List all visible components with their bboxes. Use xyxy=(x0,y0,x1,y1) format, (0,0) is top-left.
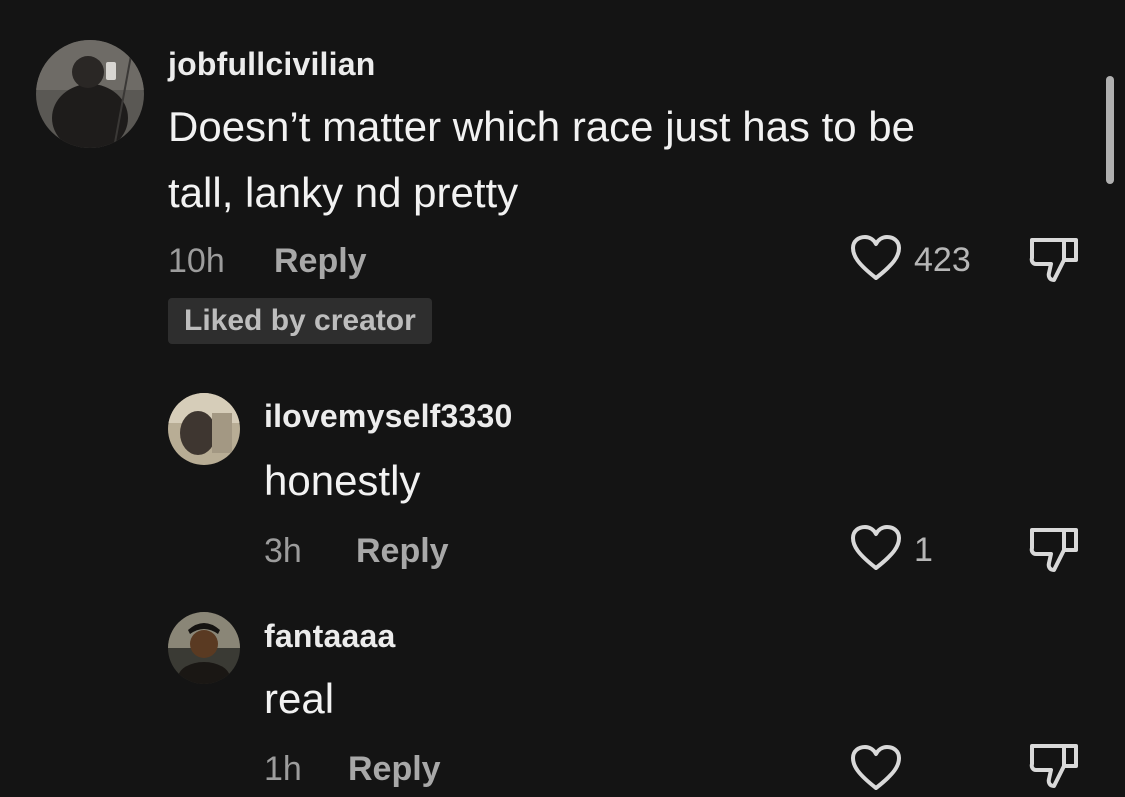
heart-outline-icon xyxy=(850,524,902,577)
like-button[interactable] xyxy=(850,744,914,797)
heart-outline-icon xyxy=(850,234,902,287)
reply-button[interactable]: Reply xyxy=(274,242,367,281)
timestamp: 3h xyxy=(264,532,302,570)
comment-text-line-2: tall, lanky nd pretty xyxy=(168,169,519,216)
username[interactable]: jobfullcivilian xyxy=(168,46,375,83)
like-button[interactable]: 423 xyxy=(850,234,971,287)
timestamp: 1h xyxy=(264,750,302,788)
dislike-button[interactable] xyxy=(1028,740,1080,795)
like-count: 423 xyxy=(914,241,971,279)
username[interactable]: ilovemyself3330 xyxy=(264,398,513,435)
thumbs-down-outline-icon xyxy=(1028,744,1080,794)
like-button[interactable]: 1 xyxy=(850,524,933,577)
reply-button[interactable]: Reply xyxy=(356,532,449,571)
comment-text-line-1: real xyxy=(264,675,335,722)
scrollbar[interactable] xyxy=(1106,76,1114,184)
thumbs-down-outline-icon xyxy=(1028,238,1080,288)
avatar[interactable] xyxy=(36,40,144,148)
username[interactable]: fantaaaa xyxy=(264,618,395,655)
comment-text-line-1: honestly xyxy=(264,457,421,504)
timestamp: 10h xyxy=(168,242,225,280)
avatar[interactable] xyxy=(168,612,240,684)
comment-text-line-1: Doesn’t matter which race just has to be xyxy=(168,103,916,150)
avatar[interactable] xyxy=(168,393,240,465)
thumbs-down-outline-icon xyxy=(1028,528,1080,578)
dislike-button[interactable] xyxy=(1028,524,1080,579)
heart-outline-icon xyxy=(850,744,902,797)
liked-by-creator-badge: Liked by creator xyxy=(168,298,432,344)
like-count: 1 xyxy=(914,531,933,569)
reply-button[interactable]: Reply xyxy=(348,750,441,789)
dislike-button[interactable] xyxy=(1028,234,1080,289)
